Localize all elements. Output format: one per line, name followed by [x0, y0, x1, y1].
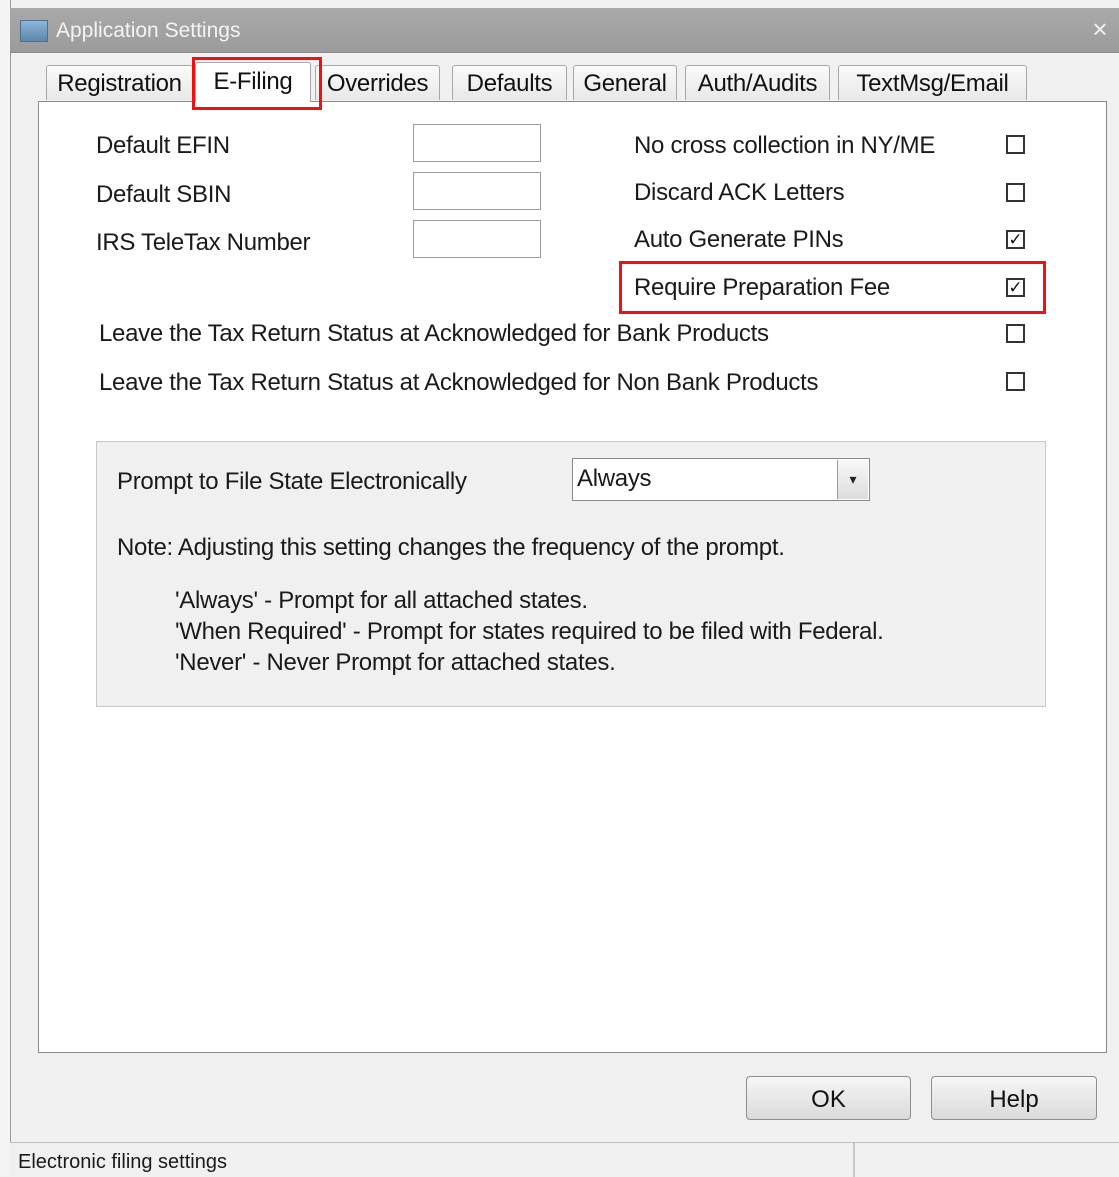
checkmark-icon: ✓	[1008, 230, 1023, 249]
note-never: 'Never' - Never Prompt for attached stat…	[175, 649, 616, 676]
discard-ack-checkbox[interactable]	[1006, 183, 1025, 202]
require-prep-fee-label: Require Preparation Fee	[634, 274, 890, 301]
default-sbin-label: Default SBIN	[96, 181, 232, 208]
checkmark-icon: ✓	[1008, 278, 1023, 297]
no-cross-collection-label: No cross collection in NY/ME	[634, 132, 936, 159]
no-cross-collection-checkbox[interactable]	[1006, 135, 1025, 154]
tab-defaults[interactable]: Defaults	[452, 65, 567, 100]
app-icon	[20, 20, 48, 42]
state-prompt-group: Prompt to File State Electronically Alwa…	[96, 441, 1046, 707]
status-bar: Electronic filing settings	[10, 1142, 1119, 1177]
e-filing-panel: Default EFIN Default SBIN IRS TeleTax Nu…	[38, 101, 1107, 1053]
default-efin-label: Default EFIN	[96, 132, 230, 159]
window-frame	[0, 0, 11, 1176]
status-text: Electronic filing settings	[18, 1151, 227, 1173]
state-prompt-label: Prompt to File State Electronically	[117, 468, 467, 495]
close-icon[interactable]: ×	[1087, 15, 1113, 43]
irs-teletax-field[interactable]	[413, 220, 541, 258]
irs-teletax-label: IRS TeleTax Number	[96, 229, 311, 256]
default-sbin-field[interactable]	[413, 172, 541, 210]
leave-status-nonbank-label: Leave the Tax Return Status at Acknowled…	[99, 369, 819, 396]
note-always: 'Always' - Prompt for all attached state…	[175, 587, 588, 614]
leave-status-bank-checkbox[interactable]	[1006, 324, 1025, 343]
help-button[interactable]: Help	[931, 1076, 1097, 1120]
status-divider	[853, 1143, 855, 1177]
auto-generate-pins-checkbox[interactable]: ✓	[1006, 230, 1025, 249]
tab-general[interactable]: General	[573, 65, 677, 100]
window-title: Application Settings	[56, 19, 241, 42]
default-efin-field[interactable]	[413, 124, 541, 162]
title-bar[interactable]: Application Settings ×	[10, 8, 1119, 53]
tab-auth-audits[interactable]: Auth/Audits	[685, 65, 830, 100]
ok-button[interactable]: OK	[746, 1076, 911, 1120]
dropdown-arrow-icon[interactable]: ▾	[837, 460, 868, 499]
leave-status-nonbank-checkbox[interactable]	[1006, 372, 1025, 391]
auto-generate-pins-label: Auto Generate PINs	[634, 226, 844, 253]
leave-status-bank-label: Leave the Tax Return Status at Acknowled…	[99, 320, 769, 347]
note-when-required: 'When Required' - Prompt for states requ…	[175, 618, 884, 645]
state-prompt-selected: Always	[577, 465, 652, 492]
tab-textmsg-email[interactable]: TextMsg/Email	[838, 65, 1027, 100]
tab-registration[interactable]: Registration	[46, 65, 193, 100]
tab-e-filing[interactable]: E-Filing	[195, 62, 311, 102]
require-prep-fee-checkbox[interactable]: ✓	[1006, 278, 1025, 297]
discard-ack-label: Discard ACK Letters	[634, 179, 845, 206]
state-prompt-note: Note: Adjusting this setting changes the…	[117, 534, 785, 561]
tab-overrides[interactable]: Overrides	[315, 65, 440, 100]
state-prompt-dropdown[interactable]: Always ▾	[572, 458, 870, 501]
